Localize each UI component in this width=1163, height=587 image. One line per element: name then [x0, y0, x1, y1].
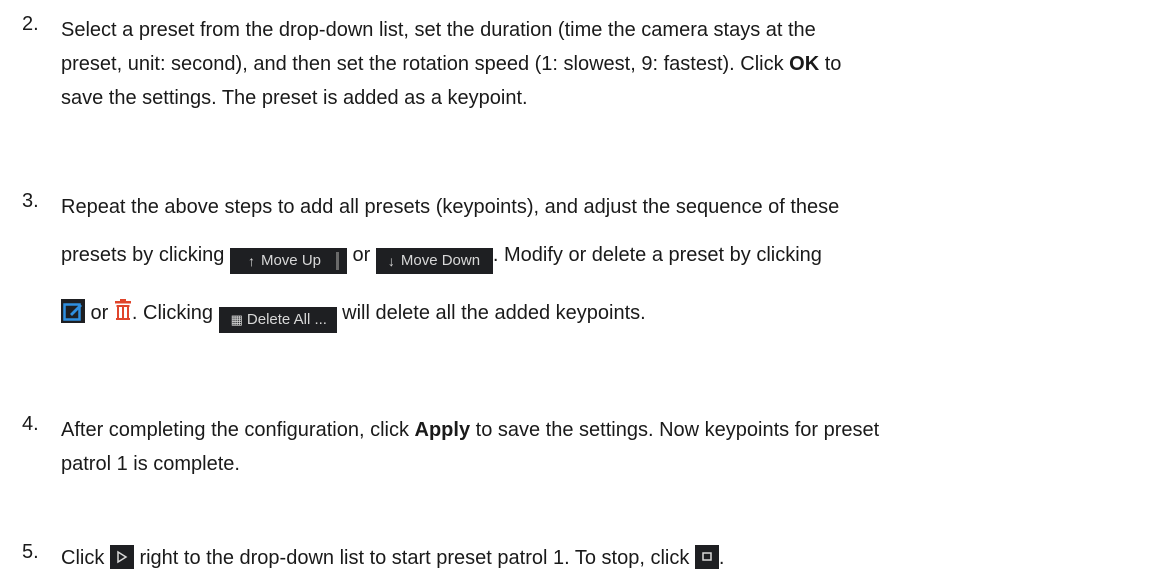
text: or [346, 244, 376, 266]
step-number: 4. [22, 413, 39, 435]
text: or [85, 302, 114, 324]
stop-button[interactable] [694, 545, 719, 569]
text: right to the drop-down list to start pre… [133, 547, 695, 569]
step-2: 2. Select a preset from the drop-down li… [22, 13, 1152, 115]
divider [335, 252, 339, 270]
step-2-line-3: save the settings. The preset is added a… [61, 87, 528, 109]
text: . [718, 547, 725, 569]
step-3-line-1: Repeat the above steps to add all preset… [61, 196, 840, 218]
step-3: 3. Repeat the above steps to add all pre… [22, 190, 1152, 333]
step-3-line-3: or . Clicking ▦ Delete All ... will delet… [61, 296, 1152, 333]
text: preset, unit: second), and then set the … [61, 53, 790, 75]
move-up-label: Move Up [260, 252, 321, 269]
trash-icon[interactable] [114, 298, 132, 320]
text: to [819, 53, 842, 75]
step-3-line-2: presets by clicking ↑ Move Up or ↓ Move Do… [61, 238, 1152, 274]
text: . Modify or delete a preset by clicking [492, 244, 822, 266]
step-number: 2. [22, 13, 39, 35]
step-4-line-2: patrol 1 is complete. [61, 453, 240, 475]
step-number: 3. [22, 190, 39, 212]
arrow-up-icon: ↑ [247, 253, 255, 269]
ok-label: OK [789, 53, 820, 75]
text: . Clicking [131, 302, 219, 324]
step-number: 5. [22, 541, 39, 563]
step-4-line-1: After completing the configuration, clic… [61, 413, 1152, 447]
arrow-down-icon: ↓ [387, 253, 395, 269]
apply-label: Apply [414, 419, 471, 441]
step-5-line-1: Click right to the drop-down list to sta… [61, 541, 1152, 575]
text: After completing the configuration, clic… [61, 419, 415, 441]
play-button[interactable] [109, 545, 134, 569]
move-up-button[interactable]: ↑ Move Up [229, 248, 347, 274]
delete-all-button[interactable]: ▦ Delete All ... [218, 307, 337, 333]
step-2-line-1: Select a preset from the drop-down list,… [61, 19, 816, 41]
text: presets by clicking [61, 244, 230, 266]
step-5: 5. Click right to the drop-down list to … [22, 541, 1152, 575]
step-4: 4. After completing the configuration, c… [22, 413, 1152, 481]
text: will delete all the added keypoints. [336, 302, 646, 324]
text: to save the settings. Now keypoints for … [470, 419, 880, 441]
move-down-button[interactable]: ↓ Move Down [375, 248, 493, 274]
step-2-line-2: preset, unit: second), and then set the … [61, 47, 1152, 81]
stop-icon [702, 552, 712, 561]
move-down-label: Move Down [400, 252, 481, 269]
delete-all-label: Delete All ... [246, 311, 327, 328]
trash-icon: ▦ [230, 312, 243, 327]
play-icon [117, 550, 128, 564]
text: Click [61, 547, 110, 569]
edit-icon[interactable] [61, 299, 85, 323]
